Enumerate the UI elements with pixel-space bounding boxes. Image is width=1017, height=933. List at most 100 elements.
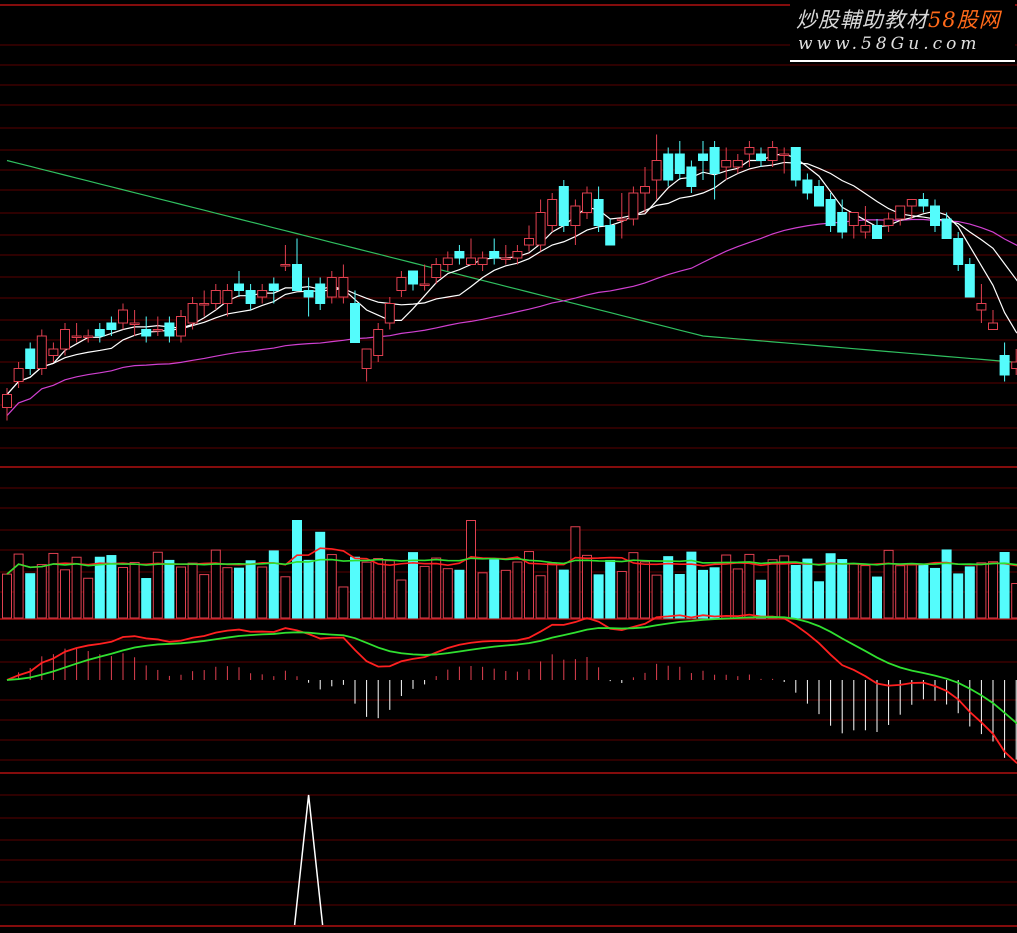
candle-body	[558, 186, 569, 226]
volume-bar	[558, 569, 569, 619]
volume-bar	[547, 562, 558, 619]
candle-body	[767, 147, 778, 161]
volume-bar	[315, 531, 326, 619]
candle-body	[964, 264, 975, 298]
volume-bar	[732, 568, 743, 619]
volume-bar	[292, 520, 302, 619]
candle-body	[94, 329, 105, 337]
volume-bar	[930, 567, 940, 619]
candle-body	[999, 355, 1010, 376]
candle-body	[883, 218, 894, 226]
candle-body	[280, 264, 291, 267]
candle-body	[732, 160, 743, 168]
watermark-title: 炒股輔助教材58股网	[796, 8, 1001, 32]
volume-bar	[663, 556, 674, 619]
volume-bar	[616, 570, 627, 619]
volume-bar	[152, 551, 163, 619]
volume-bar	[605, 559, 616, 619]
volume-bar	[245, 560, 256, 619]
volume-bar	[257, 566, 268, 619]
candle-body	[547, 199, 558, 226]
candle-body	[628, 192, 639, 220]
volume-bar	[964, 566, 975, 619]
volume-bar	[210, 549, 221, 619]
candle-body	[36, 335, 47, 369]
candle-body	[454, 251, 465, 259]
candle-body	[257, 290, 268, 298]
candle-body	[373, 329, 384, 356]
candle-body	[396, 277, 407, 291]
candle-body	[988, 322, 998, 330]
stock-chart	[0, 4, 1017, 927]
candle-body	[303, 290, 314, 298]
candle-body	[802, 179, 813, 194]
volume-bar	[431, 557, 442, 619]
candle-body	[570, 205, 581, 226]
candle-body	[431, 264, 442, 278]
volume-bar	[988, 561, 998, 619]
volume-bar	[94, 556, 105, 619]
volume-bar	[442, 568, 453, 619]
candle-body	[222, 290, 233, 304]
volume-bar	[756, 579, 766, 619]
candle-body	[326, 277, 337, 298]
candle-body	[837, 212, 848, 233]
volume-bar	[2, 573, 12, 619]
candle-body	[860, 225, 871, 233]
candle-body	[25, 348, 36, 369]
volume-bar	[698, 569, 708, 619]
volume-bar	[686, 551, 697, 619]
volume-bar	[570, 526, 581, 619]
ma10-line	[6, 161, 1017, 395]
volume-bar	[118, 566, 128, 619]
volume-bar	[872, 576, 882, 619]
volume-bar	[883, 549, 894, 619]
volume-bar	[25, 573, 36, 619]
candle-body	[1011, 361, 1017, 369]
volume-bar	[640, 561, 650, 619]
volume-bar	[477, 572, 488, 619]
volume-bar	[918, 563, 929, 619]
candle-body	[535, 212, 546, 246]
candle-body	[129, 322, 140, 325]
volume-bar	[164, 559, 175, 619]
volume-bar	[71, 556, 82, 619]
volume-bar	[141, 578, 152, 619]
volume-bar	[489, 559, 500, 619]
volume-bar	[36, 564, 47, 619]
volume-bar	[976, 562, 987, 619]
candle-body	[384, 303, 395, 324]
candle-body	[721, 160, 732, 168]
volume-bar	[593, 574, 604, 619]
volume-bar	[396, 579, 407, 619]
volume-bar	[535, 575, 546, 619]
candle-body	[83, 335, 94, 338]
volume-bar	[999, 552, 1010, 619]
candle-body	[790, 147, 801, 181]
candle-body	[500, 257, 511, 260]
candle-body	[71, 335, 82, 338]
volume-bar	[582, 554, 592, 619]
volume-bar	[906, 564, 917, 619]
candle-body	[13, 368, 24, 382]
volume-bar	[790, 564, 801, 619]
candle-body	[176, 316, 186, 337]
candle-body	[686, 166, 697, 187]
candle-body	[663, 153, 674, 181]
candle-body	[616, 218, 627, 221]
volume-bar	[129, 561, 140, 619]
candle-body	[872, 225, 882, 239]
volume-bar	[860, 565, 871, 619]
candle-body	[268, 283, 279, 291]
candle-body	[918, 199, 929, 207]
volume-bar	[419, 565, 430, 619]
candle-body	[164, 322, 175, 337]
candle-body	[466, 257, 476, 265]
volume-bar	[895, 565, 906, 619]
volume-bar	[280, 576, 291, 619]
volume-bar	[222, 567, 233, 619]
volume-bar	[326, 554, 337, 619]
candle-body	[141, 329, 152, 337]
candle-body	[361, 348, 372, 369]
volume-bar	[199, 574, 210, 619]
